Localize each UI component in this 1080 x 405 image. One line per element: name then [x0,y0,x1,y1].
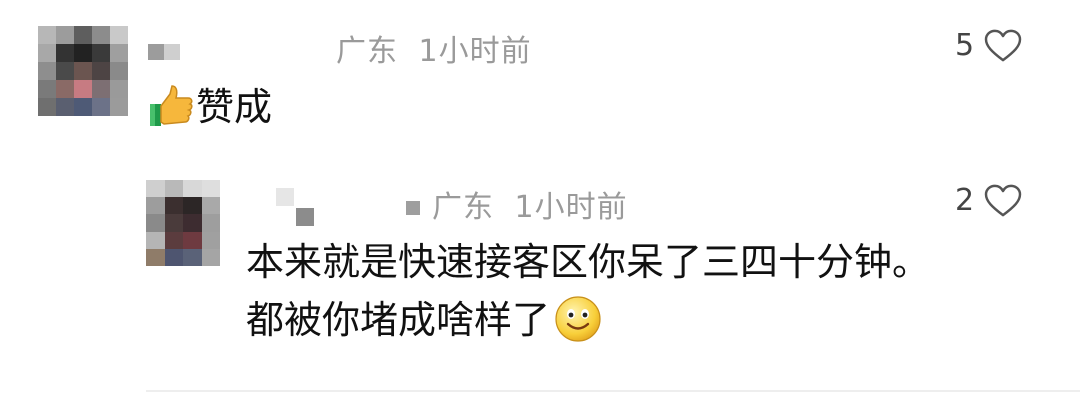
reply-text: 本来就是快速接客区你呆了三四十分钟。都被你堵成啥样了 [246,233,966,349]
comment-meta: 广东 1小时前 [336,26,532,70]
comment-body: 赞成 [196,85,273,129]
avatar[interactable] [146,180,220,266]
reply-location: 广东 [432,190,494,225]
smiling-face-icon [555,296,601,342]
comment-like-button[interactable]: 5 [955,28,1022,63]
username-masked[interactable] [148,40,188,62]
reply-like-button[interactable]: 2 [955,183,1022,218]
reply-meta: 广东 1小时前 [406,182,628,226]
comment-time: 1小时前 [418,34,532,69]
mask-block [148,44,164,60]
username-masked[interactable] [276,188,320,228]
comment-like-count: 5 [955,28,975,63]
mask-block [296,208,314,226]
mask-block [164,44,180,60]
comment-text: 赞成 [148,78,272,136]
thumbs-up-icon [150,85,193,126]
reply-time: 1小时前 [514,190,628,225]
divider [146,390,1080,392]
reply-like-count: 2 [955,183,975,218]
comment-location: 广东 [336,34,398,69]
mask-block [406,201,420,215]
heart-icon [984,29,1022,61]
mask-block [276,188,294,206]
avatar[interactable] [38,26,128,116]
heart-icon [984,184,1022,216]
